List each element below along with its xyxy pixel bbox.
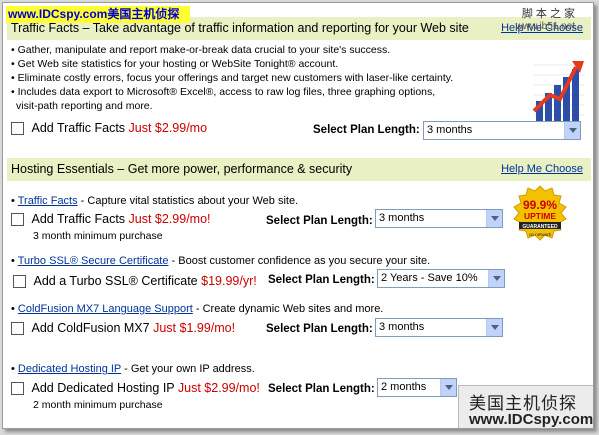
add-traffic-facts-checkbox-top[interactable] (11, 122, 24, 136)
add-traffic-facts-label: Add Traffic Facts (31, 212, 126, 226)
add-turbo-ssl-row: Add a Turbo SSL® Certificate $19.99/yr! (13, 274, 257, 289)
badge-network: on network (529, 232, 552, 237)
coldfusion-link[interactable]: ColdFusion MX7 Language Support (18, 303, 193, 315)
plan-length-select-dedicated-ip-value: 2 months (381, 381, 427, 393)
growth-chart-icon (530, 55, 588, 125)
page-frame: www.IDCspy.com美国主机侦探 脚 本 之 家 www.jb51.ne… (2, 2, 594, 429)
plan-length-select-traffic[interactable]: 3 months (375, 209, 503, 228)
watermark-top-left: www.IDCspy.com美国主机侦探 (6, 6, 190, 23)
add-coldfusion-row: Add ColdFusion MX7 Just $1.99/mo! (11, 321, 236, 336)
watermark-top-right-url: www.jb51.net (515, 21, 575, 32)
item-traffic-facts-title: • Traffic Facts - Capture vital statisti… (11, 195, 299, 207)
traffic-facts-header-title: Traffic Facts – Take advantage of traffi… (11, 21, 469, 35)
add-traffic-facts-row-top: Add Traffic Facts Just $2.99/mo (11, 121, 208, 136)
dedicated-ip-desc: - Get your own IP address. (121, 363, 255, 375)
hosting-essentials-header: Hosting Essentials – Get more power, per… (7, 158, 591, 181)
hosting-essentials-header-title: Hosting Essentials – Get more power, per… (11, 162, 353, 176)
plan-length-label: Select Plan Length: (268, 383, 375, 395)
bullet-item: • Get Web site statistics for your hosti… (11, 58, 339, 70)
badge-guaranteed: GUARANTEED (522, 224, 558, 230)
bullet-item: • Gather, manipulate and report make-or-… (11, 44, 391, 56)
add-dedicated-ip-row: Add Dedicated Hosting IP Just $2.99/mo! (11, 381, 260, 396)
plan-length-select-coldfusion-value: 3 months (379, 321, 425, 333)
dedicated-ip-min-purchase: 2 month minimum purchase (33, 399, 163, 411)
plan-length-select-coldfusion[interactable]: 3 months (375, 318, 503, 337)
add-turbo-ssl-checkbox[interactable] (13, 275, 26, 289)
plan-length-label: Select Plan Length: (268, 274, 375, 286)
traffic-facts-desc: - Capture vital statistics about your We… (77, 195, 299, 207)
chevron-down-icon (486, 210, 502, 227)
help-me-choose-link-hosting[interactable]: Help Me Choose (501, 158, 583, 181)
bullet-item: visit-path reporting and more. (16, 100, 153, 112)
add-coldfusion-label: Add ColdFusion MX7 (31, 321, 150, 335)
add-turbo-ssl-label: Add a Turbo SSL® Certificate (33, 274, 198, 288)
plan-length-label: Select Plan Length: (266, 215, 373, 227)
plan-length-label: Select Plan Length: (266, 323, 373, 335)
chevron-down-icon (564, 122, 580, 139)
plan-length-label-top: Select Plan Length: (313, 124, 420, 136)
item-coldfusion-title: • ColdFusion MX7 Language Support - Crea… (11, 303, 384, 315)
uptime-guarantee-badge: 99.9% UPTIME GUARANTEED on network (513, 185, 567, 241)
plan-length-select-top[interactable]: 3 months (423, 121, 581, 140)
turbo-ssl-price: $19.99/yr! (201, 274, 257, 288)
item-turbo-ssl-title: • Turbo SSL® Secure Certificate - Boost … (11, 255, 431, 267)
plan-length-select-ssl-value: 2 Years - Save 10% (381, 272, 478, 284)
item-dedicated-ip-title: • Dedicated Hosting IP - Get your own IP… (11, 363, 255, 375)
bullet-item: • Includes data export to Microsoft® Exc… (11, 86, 436, 98)
bullet-item: • Eliminate costly errors, focus your of… (11, 72, 454, 84)
chevron-down-icon (488, 270, 504, 287)
add-coldfusion-checkbox[interactable] (11, 322, 24, 336)
badge-percent: 99.9% (523, 198, 557, 212)
add-dedicated-ip-label: Add Dedicated Hosting IP (31, 381, 175, 395)
traffic-facts-price: Just $2.99/mo! (128, 212, 211, 226)
plan-length-select-top-value: 3 months (427, 124, 473, 136)
plan-length-select-dedicated-ip[interactable]: 2 months (377, 378, 457, 397)
coldfusion-price: Just $1.99/mo! (153, 321, 236, 335)
watermark-bottom-right-line2: www.IDCspy.com (469, 411, 594, 428)
add-traffic-facts-row: Add Traffic Facts Just $2.99/mo! (11, 212, 211, 227)
plan-length-select-traffic-value: 3 months (379, 212, 425, 224)
add-traffic-facts-checkbox[interactable] (11, 213, 24, 227)
add-traffic-facts-label-top: Add Traffic Facts (31, 121, 126, 135)
traffic-facts-price-top: Just $2.99/mo (128, 121, 208, 135)
add-dedicated-ip-checkbox[interactable] (11, 382, 24, 396)
traffic-facts-bullets: • Gather, manipulate and report make-or-… (11, 43, 491, 113)
traffic-facts-link[interactable]: Traffic Facts (18, 195, 78, 207)
watermark-top-right: 脚 本 之 家 (521, 8, 575, 20)
chevron-down-icon (486, 319, 502, 336)
chevron-down-icon (440, 379, 456, 396)
plan-length-select-ssl[interactable]: 2 Years - Save 10% (377, 269, 505, 288)
dedicated-ip-link[interactable]: Dedicated Hosting IP (18, 363, 121, 375)
turbo-ssl-desc: - Boost customer confidence as you secur… (168, 255, 431, 267)
watermark-bottom-right: 美国主机侦探 www.IDCspy.com (458, 385, 594, 428)
turbo-ssl-link[interactable]: Turbo SSL® Secure Certificate (18, 255, 169, 267)
traffic-facts-min-purchase: 3 month minimum purchase (33, 230, 163, 242)
dedicated-ip-price: Just $2.99/mo! (177, 381, 260, 395)
coldfusion-desc: - Create dynamic Web sites and more. (192, 303, 384, 315)
badge-uptime: UPTIME (524, 211, 556, 221)
